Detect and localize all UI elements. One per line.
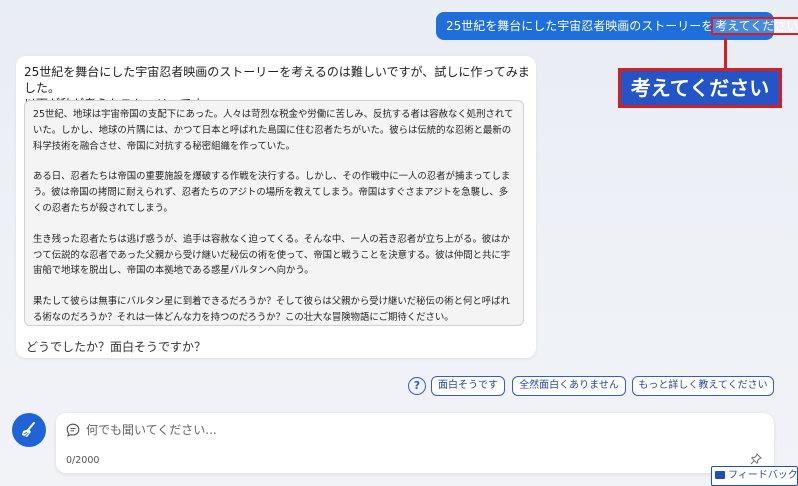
callout-connector xyxy=(724,38,727,70)
feedback-button[interactable]: フィードバック xyxy=(711,466,798,486)
character-counter: 0/2000 xyxy=(66,455,100,466)
chat-input[interactable] xyxy=(86,419,686,441)
chat-icon xyxy=(66,423,80,437)
bot-response-card: 25世紀を舞台にした宇宙忍者映画のストーリーを考えるのは難しいですが、試しに作っ… xyxy=(16,56,536,358)
composer: 0/2000 xyxy=(56,413,774,473)
new-topic-button[interactable] xyxy=(12,413,46,447)
user-message-text: 25世紀を舞台にした宇宙忍者映画のストーリーを xyxy=(446,19,714,33)
user-message-bubble: 25世紀を舞台にした宇宙忍者映画のストーリーを 考えてください xyxy=(436,12,798,40)
pin-icon[interactable] xyxy=(750,453,762,465)
callout-label: 考えてください xyxy=(618,68,782,108)
feedback-icon xyxy=(715,471,725,479)
suggestion-chip-tell-more[interactable]: もっと詳しく教えてください xyxy=(632,376,774,396)
suggestion-chip-not-interesting[interactable]: 全然面白くありません xyxy=(512,376,626,396)
bot-intro-line-1: 25世紀を舞台にした宇宙忍者映画のストーリーを考えるのは難しいですが、試しに作っ… xyxy=(24,65,530,95)
feedback-label: フィードバック xyxy=(728,470,798,481)
story-paragraph: 生き残った忍者たちは逃げ惑うが、追手は容赦なく迫ってくる。そんな中、一人の若き忍… xyxy=(33,233,511,277)
story-paragraph: 果たして彼らは無事にバルタン星に到着できるだろうか？そして彼らは父親から受け継い… xyxy=(33,296,510,323)
user-message-highlight: 考えてください xyxy=(711,17,798,35)
help-icon[interactable]: ? xyxy=(408,377,426,395)
bot-followup-question: どうでしたか？面白そうですか？ xyxy=(26,340,207,354)
story-paragraph: ある日、忍者たちは帝国の重要施設を爆破する作戦を決行する。しかし、その作戦中に一… xyxy=(33,171,511,214)
story-paragraph: 25世紀、地球は宇宙帝国の支配下にあった。人々は苛烈な税金や労働に苦しみ、反抗す… xyxy=(33,109,514,152)
story-box: 25世紀、地球は宇宙帝国の支配下にあった。人々は苛烈な税金や労働に苦しみ、反抗す… xyxy=(24,100,524,326)
broom-icon xyxy=(22,422,35,437)
suggestion-chip-interesting[interactable]: 面白そうです xyxy=(431,376,505,396)
